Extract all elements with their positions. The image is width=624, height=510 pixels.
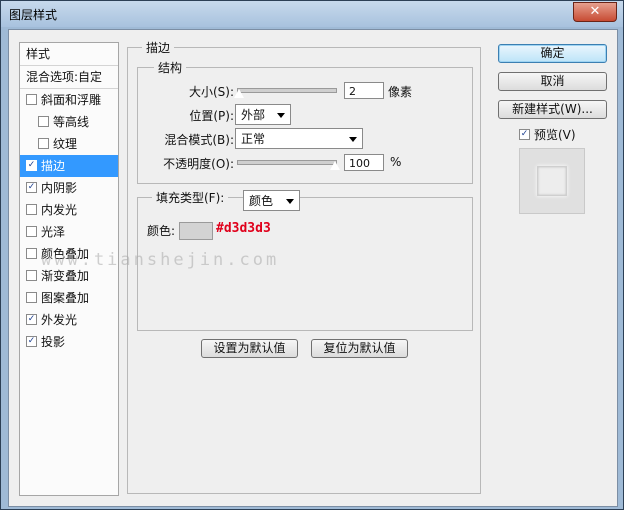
style-checkbox[interactable] [26,292,37,303]
color-hex-annotation: #d3d3d3 [216,221,271,236]
size-label: 大小(S): [188,85,234,99]
opacity-unit-label: % [390,155,402,169]
chevron-down-icon [286,199,294,204]
style-list-item-label: 描边 [41,159,66,173]
size-slider-track[interactable] [237,88,337,93]
fill-type-label: 填充类型(F): [152,189,229,206]
style-checkbox[interactable] [26,248,37,259]
style-list-item-label: 光泽 [41,225,66,239]
fill-type-select-value: 颜色 [249,194,274,208]
blend-mode-select-value: 正常 [241,132,266,146]
style-list-item[interactable]: 纹理 [20,133,118,155]
position-label: 位置(P): [189,109,234,123]
dialog-client-area: 样式 混合选项:自定 斜面和浮雕 等高线 纹理 ✓ 描边 ✓ 内阴影 内发光 光泽 颜色叠加 渐变叠… [8,29,618,507]
size-unit-label: 像素 [388,85,413,99]
style-checkbox[interactable]: ✓ [26,336,37,347]
ok-button[interactable]: 确定 [498,44,607,63]
preview-label: 预览(V) [534,128,576,142]
title-bar: 图层样式 ✕ [1,1,623,27]
style-checkbox[interactable]: ✓ [26,160,37,171]
style-checkbox[interactable] [38,138,49,149]
reset-default-button[interactable]: 复位为默认值 [311,339,408,358]
style-checkbox[interactable] [26,226,37,237]
new-style-button[interactable]: 新建样式(W)... [498,100,607,119]
style-list-item-label: 外发光 [41,313,78,327]
size-input[interactable]: 2 [344,82,384,99]
watermark: www.tianshejin.com [41,250,280,270]
make-default-button[interactable]: 设置为默认值 [201,339,298,358]
cancel-button[interactable]: 取消 [498,72,607,91]
style-checkbox[interactable] [26,270,37,281]
style-list-item-label: 内阴影 [41,181,78,195]
position-select-value: 外部 [241,108,266,122]
opacity-slider-track[interactable] [237,160,337,165]
style-checkbox[interactable]: ✓ [26,314,37,325]
opacity-slider-thumb[interactable] [329,160,341,171]
opacity-label: 不透明度(O): [163,157,234,171]
structure-group-title: 结构 [154,59,187,76]
position-select[interactable]: 外部 [235,104,291,125]
fill-type-select[interactable]: 颜色 [243,190,300,211]
style-list-item-label: 纹理 [53,137,78,151]
preview-shape [537,166,567,196]
color-swatch[interactable] [179,222,213,240]
opacity-input[interactable]: 100 [344,154,384,171]
style-list-item[interactable]: 斜面和浮雕 [20,89,118,111]
dialog-title: 图层样式 [9,8,58,22]
style-checkbox[interactable] [26,94,37,105]
close-button[interactable]: ✕ [573,2,617,22]
style-list-item[interactable]: 等高线 [20,111,118,133]
style-list-item-label: 等高线 [53,115,90,129]
style-checkbox[interactable] [38,116,49,127]
style-list-item-label: 渐变叠加 [41,269,90,283]
stroke-group: 描边 结构 大小(S): 2 像素 位置(P): 外部 混合模式(B): 正常 [127,39,481,494]
preview-checkbox[interactable]: ✓ [519,129,530,140]
color-label: 颜色: [147,224,176,238]
style-list-item[interactable]: ✓ 描边 [20,155,118,177]
blend-mode-label: 混合模式(B): [164,133,234,147]
style-checkbox[interactable] [26,204,37,215]
style-list-item[interactable]: ✓ 外发光 [20,309,118,331]
style-list-item[interactable]: ✓ 内阴影 [20,177,118,199]
chevron-down-icon [277,113,285,118]
stroke-group-title: 描边 [142,39,175,56]
style-list-item-label: 图案叠加 [41,291,90,305]
style-list-item-label: 投影 [41,335,66,349]
preview-checkbox-row[interactable]: ✓ 预览(V) [519,126,576,143]
blend-mode-select[interactable]: 正常 [235,128,363,149]
blending-options-item[interactable]: 混合选项:自定 [20,66,118,89]
preview-thumbnail [519,148,585,214]
style-list-item[interactable]: 光泽 [20,221,118,243]
style-list-item[interactable]: ✓ 投影 [20,331,118,353]
style-checkbox[interactable]: ✓ [26,182,37,193]
style-list-item-label: 内发光 [41,203,78,217]
style-list-item[interactable]: 图案叠加 [20,287,118,309]
chevron-down-icon [349,137,357,142]
style-list-item[interactable]: 内发光 [20,199,118,221]
size-slider-thumb[interactable] [232,88,245,99]
style-list-item-label: 斜面和浮雕 [41,93,102,107]
style-list-header: 样式 [20,43,118,66]
structure-group: 结构 大小(S): 2 像素 位置(P): 外部 混合模式(B): 正常 不透明… [137,59,473,184]
layer-style-dialog: 图层样式 ✕ 样式 混合选项:自定 斜面和浮雕等高线纹理 ✓ 描边 ✓ 内阴影内发光光泽… [0,0,624,510]
